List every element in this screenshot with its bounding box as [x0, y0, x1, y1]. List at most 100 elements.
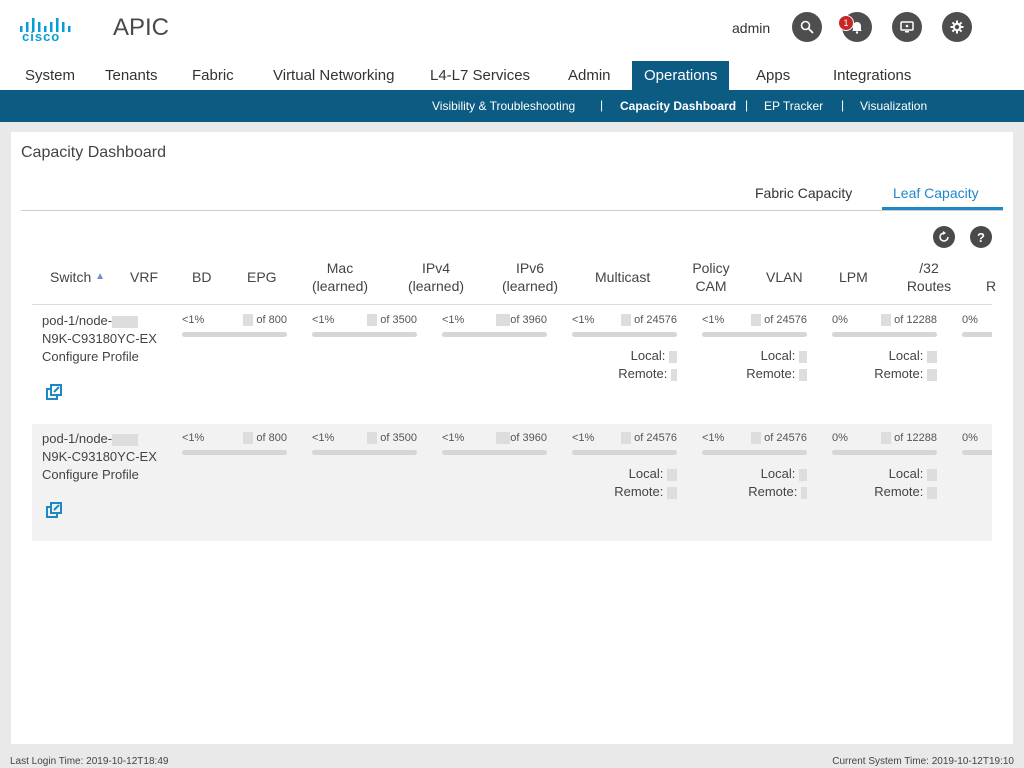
redacted-value — [112, 433, 139, 446]
usage-bar — [312, 450, 417, 455]
local-value: Local: — [761, 466, 807, 481]
switch-model: N9K-C93180YC-EX — [42, 449, 157, 464]
switch-id[interactable]: pod-1/node- — [42, 312, 157, 330]
usage-total: of 800 — [243, 314, 287, 327]
tab-admin[interactable]: Admin — [568, 61, 611, 90]
usage-total: of 24576 — [751, 432, 807, 445]
subnav-visibility[interactable]: Visibility & Troubleshooting — [432, 99, 575, 113]
col-policy-cam: Policy CAM — [692, 260, 730, 294]
search-icon — [800, 20, 814, 34]
col-ipv4: IPv4 (learned) — [407, 260, 465, 294]
switch-id[interactable]: pod-1/node- — [42, 430, 157, 448]
tab-virtual-networking[interactable]: Virtual Networking — [273, 61, 394, 90]
local-value: Local: — [889, 348, 937, 363]
monitor-icon — [900, 21, 914, 33]
sort-asc-icon: ▲ — [95, 271, 106, 282]
usage-total: of 12288 — [881, 314, 937, 327]
display-button[interactable] — [892, 12, 922, 42]
settings-button[interactable] — [942, 12, 972, 42]
usage-total: of 24576 — [621, 314, 677, 327]
usage-percent: 0% — [832, 314, 848, 326]
usage-percent: <1% — [182, 314, 205, 326]
usage-total: of 800 — [243, 432, 287, 445]
configure-profile-link[interactable]: Configure Profile — [42, 466, 157, 484]
usage-percent: 0% — [832, 432, 848, 444]
switch-model: N9K-C93180YC-EX — [42, 331, 157, 346]
search-button[interactable] — [792, 12, 822, 42]
tab-fabric[interactable]: Fabric — [192, 61, 234, 90]
page-title: Capacity Dashboard — [21, 144, 166, 161]
subnav-capacity-dashboard[interactable]: Capacity Dashboard — [620, 99, 736, 113]
usage-bar — [442, 450, 547, 455]
configure-profile-link[interactable]: Configure Profile — [42, 348, 157, 366]
tab-fabric-capacity[interactable]: Fabric Capacity — [755, 185, 852, 201]
multicast-usage: <1% of 24576 Local: Remote: — [572, 432, 677, 512]
usage-bar — [442, 332, 547, 337]
usage-total: of 3960 — [496, 432, 547, 445]
usage-percent: <1% — [312, 314, 335, 326]
divider — [21, 210, 1003, 211]
usage-bar — [702, 332, 807, 337]
subnav-ep-tracker[interactable]: EP Tracker — [764, 99, 823, 113]
local-value: Local: — [631, 348, 677, 363]
usage-bar — [702, 450, 807, 455]
notification-badge: 1 — [838, 15, 854, 31]
col-multicast: Multicast — [595, 269, 651, 285]
subnav-visualization[interactable]: Visualization — [860, 99, 927, 113]
tab-tenants[interactable]: Tenants — [105, 61, 158, 90]
app-name: APIC — [113, 14, 170, 41]
tab-leaf-capacity[interactable]: Leaf Capacity — [893, 185, 979, 201]
redacted-value — [112, 315, 139, 328]
usage-percent: 0% — [962, 314, 978, 326]
usage-bar — [182, 450, 287, 455]
col-32-routes: /32 Routes — [906, 260, 952, 294]
logo-text: cisco — [22, 29, 61, 44]
last-login-time: Last Login Time: 2019-10-12T18:49 — [10, 756, 169, 767]
usage-bar — [832, 332, 937, 337]
switch-cell: pod-1/node- N9K-C93180YC-EX Configure Pr… — [42, 312, 157, 366]
tab-system[interactable]: System — [25, 61, 75, 90]
col-r: R — [986, 278, 997, 294]
lpm-usage: 0% of 12288 Local: Remote: — [832, 432, 937, 512]
current-system-time: Current System Time: 2019-10-12T19:10 — [832, 756, 1014, 767]
usage-total: of 3500 — [367, 432, 417, 445]
col-lpm: LPM — [839, 269, 868, 285]
switch-cell: pod-1/node- N9K-C93180YC-EX Configure Pr… — [42, 430, 157, 484]
usage-percent: <1% — [182, 432, 205, 444]
policy-cam-usage: <1% of 24576 Local: Remote: — [702, 432, 807, 512]
lpm-usage: 0% of 12288 Local: Remote: — [832, 314, 937, 394]
usage-bar — [832, 450, 937, 455]
usage-bar — [962, 332, 992, 337]
tab-l4-l7-services[interactable]: L4-L7 Services — [430, 61, 530, 90]
remote-value: Remote: — [746, 366, 807, 381]
usage-bar — [182, 332, 287, 337]
remote-value: Remote: — [874, 484, 937, 499]
subnav-divider: | — [600, 98, 604, 112]
tab-operations[interactable]: Operations — [632, 61, 730, 90]
external-link-icon[interactable] — [46, 384, 62, 400]
tab-integrations[interactable]: Integrations — [833, 61, 911, 90]
header-divider — [32, 304, 992, 305]
usage-percent: <1% — [312, 432, 335, 444]
usage-bar — [572, 450, 677, 455]
help-button[interactable]: ? — [970, 226, 992, 248]
col-switch[interactable]: Switch ▲ — [50, 268, 105, 286]
usage-percent: <1% — [442, 314, 465, 326]
usage-percent: <1% — [442, 432, 465, 444]
col-bd: BD — [192, 269, 212, 285]
usage-percent: <1% — [702, 432, 725, 444]
local-value: Local: — [761, 348, 807, 363]
sub-navigation: Visibility & Troubleshooting | Capacity … — [0, 90, 1024, 122]
capacity-panel: Capacity Dashboard Fabric Capacity Leaf … — [11, 132, 1013, 744]
usage-percent: <1% — [572, 432, 595, 444]
external-link-icon[interactable] — [46, 502, 62, 518]
gear-icon — [950, 20, 964, 34]
policy-cam-usage: <1% of 24576 Local: Remote: — [702, 314, 807, 394]
tab-apps[interactable]: Apps — [756, 61, 790, 90]
user-menu[interactable]: admin — [732, 20, 770, 36]
remote-value: Remote: — [748, 484, 807, 499]
usage-total: of 24576 — [621, 432, 677, 445]
usage-percent: <1% — [572, 314, 595, 326]
refresh-button[interactable] — [933, 226, 955, 248]
usage-total: of 3500 — [367, 314, 417, 327]
